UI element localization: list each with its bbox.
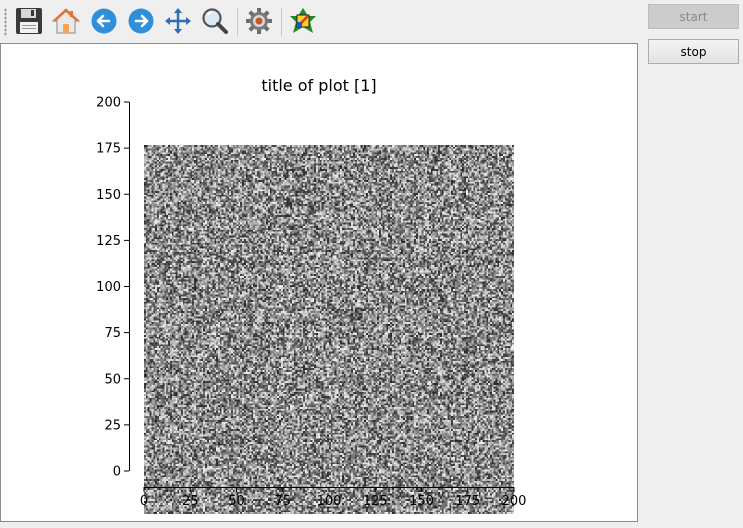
plot-axes: 0 25 50 75 100 125 150 175 200 0 25 50 75 100 125 150 17… <box>96 96 527 510</box>
y-tick-label: 0 <box>113 465 121 480</box>
y-tick-label: 200 <box>96 96 121 111</box>
x-tick-label: 150 <box>409 494 434 509</box>
x-tick-label: 100 <box>317 494 342 509</box>
home-button[interactable] <box>51 6 81 36</box>
save-button[interactable] <box>14 6 44 36</box>
pan-icon <box>165 8 191 34</box>
x-tick-label: 50 <box>228 494 245 509</box>
configure-subplots-icon <box>246 8 272 34</box>
stop-button[interactable]: stop <box>648 39 739 64</box>
y-tick-label: 150 <box>96 188 121 203</box>
forward-button[interactable] <box>126 6 156 36</box>
toolbar-separator <box>237 8 238 36</box>
zoom-icon <box>202 8 228 34</box>
back-button[interactable] <box>89 6 119 36</box>
zoom-button[interactable] <box>200 6 230 36</box>
toolbar-grip[interactable] <box>4 8 7 36</box>
y-tick-label: 75 <box>104 326 121 341</box>
edit-axes-icon <box>290 8 316 33</box>
y-tick-label: 175 <box>96 142 121 157</box>
y-tick-label: 50 <box>104 372 121 387</box>
x-tick-label: 200 <box>502 494 527 509</box>
y-tick-label: 100 <box>96 280 121 295</box>
edit-axes-button[interactable] <box>288 6 318 36</box>
y-tick-label: 25 <box>104 418 121 433</box>
plot-canvas[interactable]: title of plot [1] 0 25 50 75 100 125 150 175 200… <box>0 43 638 522</box>
home-icon <box>52 8 80 34</box>
start-button[interactable]: start <box>648 4 739 29</box>
configure-subplots-button[interactable] <box>244 6 274 36</box>
back-arrow-icon <box>91 8 117 34</box>
x-tick-label: 25 <box>182 494 199 509</box>
x-tick-label: 125 <box>363 494 388 509</box>
pan-button[interactable] <box>163 6 193 36</box>
x-tick-label: 0 <box>140 494 148 509</box>
save-icon <box>16 8 42 34</box>
x-tick-label: 75 <box>274 494 291 509</box>
forward-arrow-icon <box>128 8 154 34</box>
x-tick-label: 175 <box>455 494 480 509</box>
navigation-toolbar <box>0 0 640 43</box>
toolbar-separator <box>281 8 282 36</box>
y-tick-label: 125 <box>96 234 121 249</box>
